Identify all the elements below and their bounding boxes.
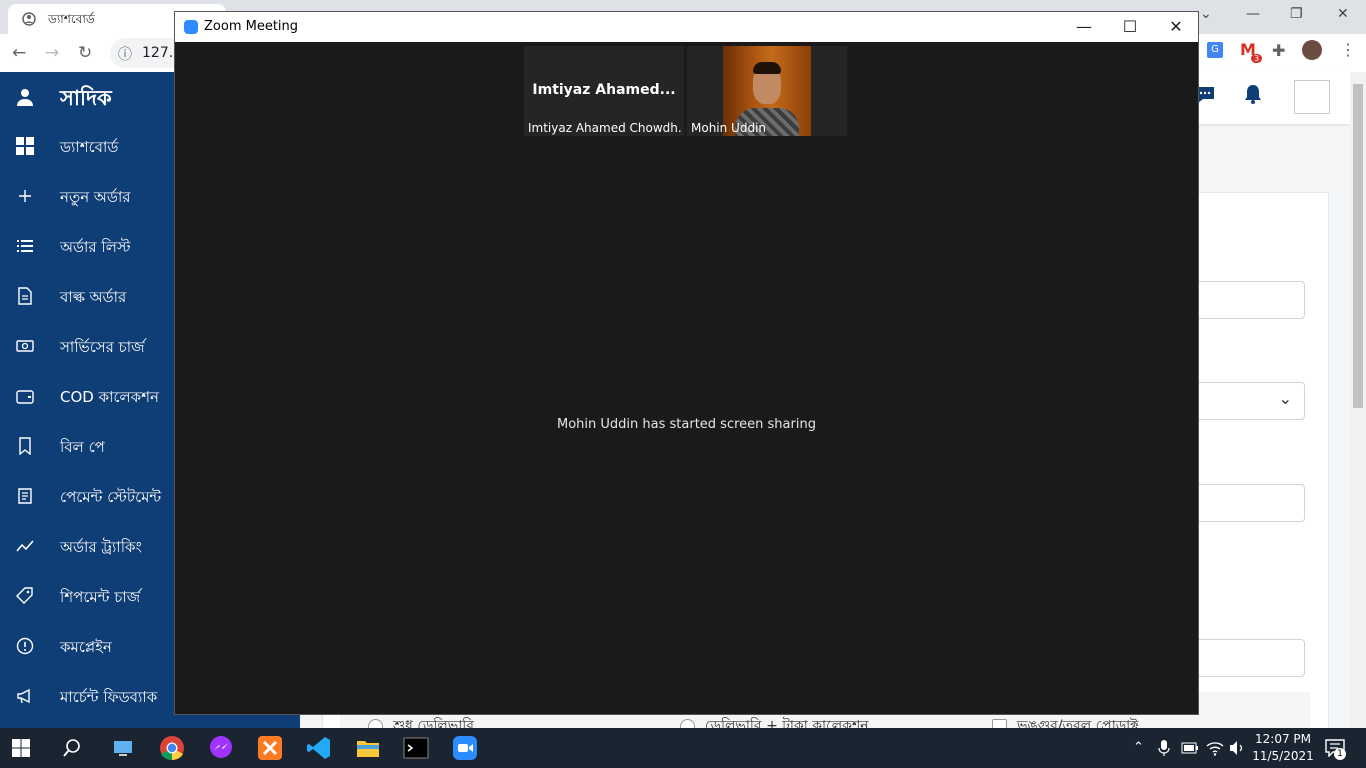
participant-caption: Mohin Uddin [691, 121, 767, 135]
microphone-icon[interactable] [1158, 740, 1170, 756]
system-clock[interactable]: 12:07 PM 11/5/2021 [1248, 731, 1318, 765]
megaphone-icon [17, 688, 30, 704]
zoom-meeting-window: Zoom Meeting — ☐ ✕ Imtiyaz Ahamed... Imt… [174, 11, 1199, 715]
file-explorer-icon[interactable] [355, 735, 381, 761]
sidebar-item-label: নতুন অর্ডার [60, 188, 131, 206]
list-icon [17, 240, 33, 252]
messenger-icon[interactable] [208, 735, 234, 761]
vscode-icon[interactable] [306, 735, 332, 761]
profile-avatar[interactable] [1302, 40, 1322, 60]
battery-icon[interactable] [1181, 742, 1199, 754]
participant-caption: Imtiyaz Ahamed Chowdh... [528, 121, 682, 135]
notification-count-badge: 1 [1334, 748, 1346, 760]
user-icon [17, 89, 33, 106]
xampp-icon[interactable] [257, 735, 283, 761]
sidebar-item-label: পেমেন্ট স্টেটমেন্ট [60, 488, 162, 506]
this-pc-icon[interactable] [110, 735, 136, 761]
volume-icon[interactable] [1228, 740, 1246, 756]
select-dropdown[interactable]: ⌄ [1193, 382, 1305, 420]
zoom-logo-icon [184, 20, 198, 34]
page-scrollbar[interactable] [1350, 72, 1366, 728]
windows-start-icon[interactable] [12, 739, 30, 757]
sidebar-item-label: কমপ্লেইন [60, 638, 112, 656]
zoom-minimize-button[interactable]: — [1069, 17, 1099, 37]
bell-icon[interactable] [1244, 84, 1262, 104]
participant-tile-mohin[interactable]: Mohin Uddin [687, 46, 847, 136]
browser-minimize-button[interactable]: — [1246, 6, 1260, 22]
browser-chevron-down-icon[interactable]: ⌄ [1200, 6, 1212, 22]
sidebar-item-label: COD কালেকশন [60, 388, 159, 406]
globe-icon [22, 12, 36, 26]
sidebar-user-name: সাদিক [60, 86, 112, 110]
trend-line-icon [16, 540, 34, 552]
windows-taskbar: ⌃ 12:07 PM 11/5/2021 1 [0, 728, 1366, 768]
forward-arrow-icon[interactable]: → [45, 43, 59, 63]
browser-restore-button[interactable]: ❐ [1290, 6, 1303, 22]
zoom-window-title: Zoom Meeting [204, 19, 299, 34]
dashboard-grid-icon [16, 137, 34, 155]
browser-close-button[interactable]: ✕ [1337, 6, 1349, 22]
scrollbar-thumb[interactable] [1353, 84, 1363, 408]
site-info-icon[interactable]: ⓘ [118, 44, 132, 64]
browser-menu-icon[interactable]: ⋮ [1340, 40, 1356, 59]
tag-icon [16, 587, 33, 604]
participant-hair [753, 62, 781, 74]
sidebar-item-label: বাল্ক অর্ডার [60, 288, 127, 306]
clock-time: 12:07 PM [1255, 732, 1311, 746]
document-icon [18, 287, 32, 305]
reload-icon[interactable]: ↻ [78, 43, 92, 63]
alert-circle-icon [16, 637, 34, 655]
browser-tab-title: ড্যাশবোর্ড [48, 12, 95, 26]
plus-icon [19, 190, 31, 202]
zoom-title-bar: Zoom Meeting — ☐ ✕ [175, 12, 1198, 42]
participant-tile-imtiyaz[interactable]: Imtiyaz Ahamed... Imtiyaz Ahamed Chowdh.… [524, 46, 684, 136]
zoom-maximize-button[interactable]: ☐ [1115, 17, 1145, 37]
extensions-puzzle-icon[interactable]: ✚ [1272, 41, 1285, 60]
text-input-2[interactable] [1193, 639, 1305, 677]
zoom-close-button[interactable]: ✕ [1161, 17, 1191, 37]
show-hidden-icons-chevron-up-icon[interactable]: ⌃ [1133, 740, 1144, 755]
search-icon[interactable] [62, 738, 82, 758]
sidebar-item-label: সার্ভিসের চার্জ [60, 338, 145, 356]
sidebar-item-label: মার্চেন্ট ফিডব্যাক [60, 688, 158, 706]
participant-name-display: Imtiyaz Ahamed... [532, 82, 676, 98]
wifi-icon[interactable] [1206, 740, 1224, 756]
screen-share-message: Mohin Uddin has started screen sharing [557, 417, 816, 432]
clock-date: 11/5/2021 [1252, 749, 1314, 763]
wallet-icon [16, 390, 34, 404]
textarea-input[interactable] [1193, 484, 1305, 522]
back-arrow-icon[interactable]: ← [12, 43, 26, 63]
statement-icon [18, 488, 32, 504]
money-icon [16, 340, 34, 352]
translate-extension-icon[interactable]: G [1207, 42, 1223, 58]
text-input[interactable] [1193, 281, 1305, 319]
terminal-icon[interactable] [403, 735, 429, 761]
zoom-taskbar-icon[interactable] [452, 735, 478, 761]
user-avatar-image[interactable] [1294, 80, 1330, 114]
sidebar-item-label: ড্যাশবোর্ড [60, 138, 119, 156]
sidebar-item-label: শিপমেন্ট চার্জ [60, 588, 141, 606]
chrome-icon[interactable] [159, 735, 185, 761]
sidebar-item-label: বিল পে [60, 438, 105, 456]
bookmark-icon [19, 437, 31, 455]
sidebar-item-label: অর্ডার ট্র্যাকিং [60, 538, 142, 556]
chevron-down-icon: ⌄ [1278, 389, 1292, 408]
sidebar-item-label: অর্ডার লিস্ট [60, 238, 131, 256]
gmail-badge: 3 [1251, 54, 1263, 63]
